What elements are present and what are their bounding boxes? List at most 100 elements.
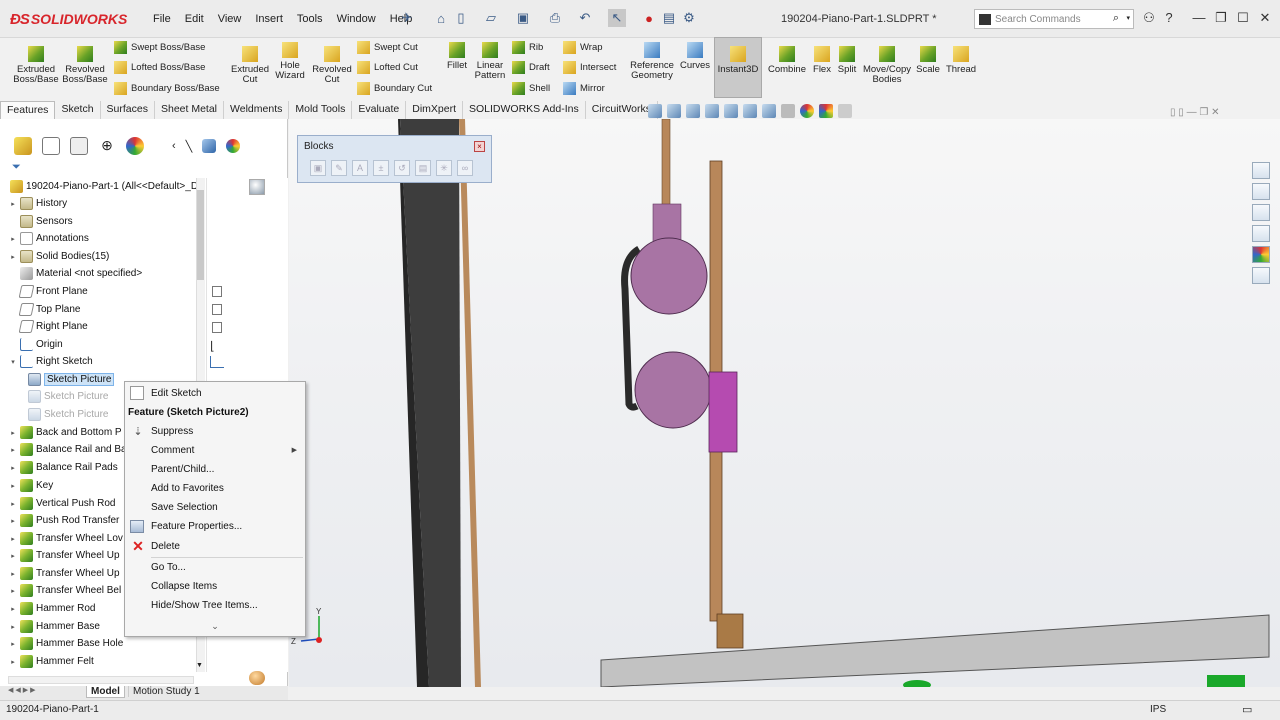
appearances-icon[interactable] (1252, 246, 1270, 263)
expand-icon[interactable]: ▸ (8, 429, 18, 437)
edit-appearance-icon[interactable] (800, 104, 814, 118)
menu-insert[interactable]: Insert (248, 11, 290, 27)
dynamic-annotation-icon[interactable] (724, 104, 738, 118)
menu-item-go-to[interactable]: Go To... (125, 558, 305, 576)
tree-item-origin[interactable]: Origin (8, 336, 63, 353)
viewport-controls-icon[interactable]: ▯ ▯ — ❐ ✕ (1170, 107, 1219, 118)
hole-wizard-button[interactable]: Hole Wizard (270, 42, 310, 81)
thread-button[interactable]: Thread (944, 46, 978, 75)
expand-icon[interactable]: ▸ (8, 235, 18, 243)
belt-chain-icon[interactable]: ∞ (457, 160, 473, 176)
expand-icon[interactable]: ▸ (8, 552, 18, 560)
expand-icon[interactable]: ▸ (8, 482, 18, 490)
tab-surfaces[interactable]: Surfaces (101, 101, 155, 119)
collapse-icon[interactable]: ▾ (8, 358, 18, 366)
expand-icon[interactable]: ▸ (8, 587, 18, 595)
menu-item-add-favorites[interactable]: Add to Favorites (125, 479, 305, 497)
lofted-cut-button[interactable]: Lofted Cut (357, 60, 418, 74)
new-document-icon[interactable]: ▯ (452, 9, 470, 27)
search-commands-box[interactable]: Search Commands ⌕ ▾ (974, 9, 1134, 29)
open-icon[interactable]: ▱ (482, 9, 500, 27)
plane-display-icon[interactable] (212, 286, 222, 297)
tree-item-feature[interactable]: ▸ Transfer Wheel Lov (8, 530, 123, 547)
display-state-icon[interactable] (249, 671, 265, 685)
menu-expand-more[interactable]: ⌄ (125, 617, 305, 635)
linear-pattern-button[interactable]: Linear Pattern (472, 42, 508, 81)
tree-item-feature[interactable]: ▸ Vertical Push Rod (8, 495, 116, 512)
menu-file[interactable]: File (146, 11, 178, 27)
wrap-button[interactable]: Wrap (563, 40, 603, 54)
rebuild-block-icon[interactable]: ↺ (394, 160, 410, 176)
make-block-icon[interactable]: ▣ (310, 160, 326, 176)
restore-icon[interactable]: ❐ (1210, 10, 1232, 26)
tab-dimxpert[interactable]: DimXpert (406, 101, 463, 119)
menu-window[interactable]: Window (330, 11, 383, 27)
tab-addins[interactable]: SOLIDWORKS Add-Ins (463, 101, 586, 119)
boundary-cut-button[interactable]: Boundary Cut (357, 81, 432, 95)
expand-icon[interactable]: ▸ (8, 658, 18, 666)
tree-item-feature[interactable]: ▸ Back and Bottom P (8, 424, 122, 441)
quick-tips-icon[interactable]: ▭ (1242, 703, 1252, 716)
solidworks-logo[interactable]: ƉS SOLIDWORKS (10, 6, 127, 32)
expand-icon[interactable]: ▸ (8, 500, 18, 508)
tree-item-sketch-picture[interactable]: Sketch Picture (26, 388, 108, 405)
menu-item-hide-show[interactable]: Hide/Show Tree Items... (125, 596, 305, 614)
minimize-icon[interactable]: — (1188, 10, 1210, 25)
configuration-manager-icon[interactable] (70, 137, 88, 155)
tree-item-feature[interactable]: ▸ Transfer Wheel Bel (8, 582, 121, 599)
curves-button[interactable]: Curves (679, 42, 711, 71)
file-explorer-icon[interactable] (1252, 204, 1270, 221)
scale-button[interactable]: Scale (914, 46, 942, 75)
expand-icon[interactable]: ▸ (8, 200, 18, 208)
print-icon[interactable]: ⎙ (546, 9, 564, 27)
menu-item-collapse[interactable]: Collapse Items (125, 577, 305, 595)
custom-properties-icon[interactable] (1252, 267, 1270, 284)
move-copy-bodies-button[interactable]: Move/Copy Bodies (862, 46, 912, 85)
expand-icon[interactable]: ▸ (8, 446, 18, 454)
rebuild-icon[interactable]: ● (640, 9, 658, 27)
instant3d-button[interactable]: Instant3D (716, 46, 760, 75)
tree-item-feature[interactable]: ▸ Hammer Base (8, 618, 100, 635)
expand-icon[interactable]: ▸ (8, 623, 18, 631)
plane-display-icon[interactable] (212, 322, 222, 333)
menu-view[interactable]: View (211, 11, 249, 27)
insert-block-icon[interactable]: A (352, 160, 368, 176)
menu-item-save-selection[interactable]: Save Selection (125, 498, 305, 516)
file-properties-icon[interactable]: ▤ (660, 9, 678, 27)
search-input[interactable]: Search Commands (995, 14, 1081, 25)
apply-scene-icon[interactable] (819, 104, 833, 118)
zoom-to-area-icon[interactable] (667, 104, 681, 118)
menu-tools[interactable]: Tools (290, 11, 330, 27)
flex-button[interactable]: Flex (810, 46, 834, 75)
tree-item-sketch-picture[interactable]: Sketch Picture (26, 406, 108, 423)
expand-icon[interactable]: ▸ (8, 535, 18, 543)
feature-manager-icon[interactable] (14, 137, 32, 155)
graphics-area[interactable]: Y Z (289, 119, 1280, 687)
expand-icon[interactable]: ▸ (8, 570, 18, 578)
view-orientation-icon[interactable] (743, 104, 757, 118)
tree-item-sensors[interactable]: Sensors (8, 213, 73, 230)
expand-icon[interactable]: ▸ (8, 605, 18, 613)
zoom-to-fit-icon[interactable] (648, 104, 662, 118)
fillet-button[interactable]: Fillet (444, 42, 470, 71)
tree-item-feature[interactable]: ▸ Transfer Wheel Up (8, 565, 120, 582)
horizontal-scrollbar[interactable] (8, 676, 194, 684)
blocks-toolbar[interactable]: Blocks × ▣ ✎ A ± ↺ ▤ ✳ ∞ (297, 135, 492, 183)
tree-item-feature[interactable]: ▸ Balance Rail Pads (8, 459, 118, 476)
tab-model[interactable]: Model (86, 686, 125, 698)
mirror-button[interactable]: Mirror (563, 81, 605, 95)
tab-mold-tools[interactable]: Mold Tools (289, 101, 353, 119)
dimxpert-manager-icon[interactable]: ⊕ (98, 137, 116, 155)
units-selector[interactable]: IPS (1150, 704, 1166, 715)
combine-button[interactable]: Combine (766, 46, 808, 75)
tree-item-history[interactable]: ▸ History (8, 195, 67, 212)
revolved-boss-button[interactable]: Revolved Boss/Base (62, 46, 108, 85)
select-icon[interactable]: ↖ (608, 9, 626, 27)
tab-evaluate[interactable]: Evaluate (352, 101, 407, 119)
chevron-down-icon[interactable]: ▾ (1126, 14, 1130, 22)
tab-sheet-metal[interactable]: Sheet Metal (155, 101, 225, 119)
tree-item-solid-bodies[interactable]: ▸ Solid Bodies(15) (8, 248, 109, 265)
lofted-boss-button[interactable]: Lofted Boss/Base (114, 60, 205, 74)
close-icon[interactable]: ✕ (1254, 10, 1276, 26)
close-icon[interactable]: × (474, 141, 485, 152)
